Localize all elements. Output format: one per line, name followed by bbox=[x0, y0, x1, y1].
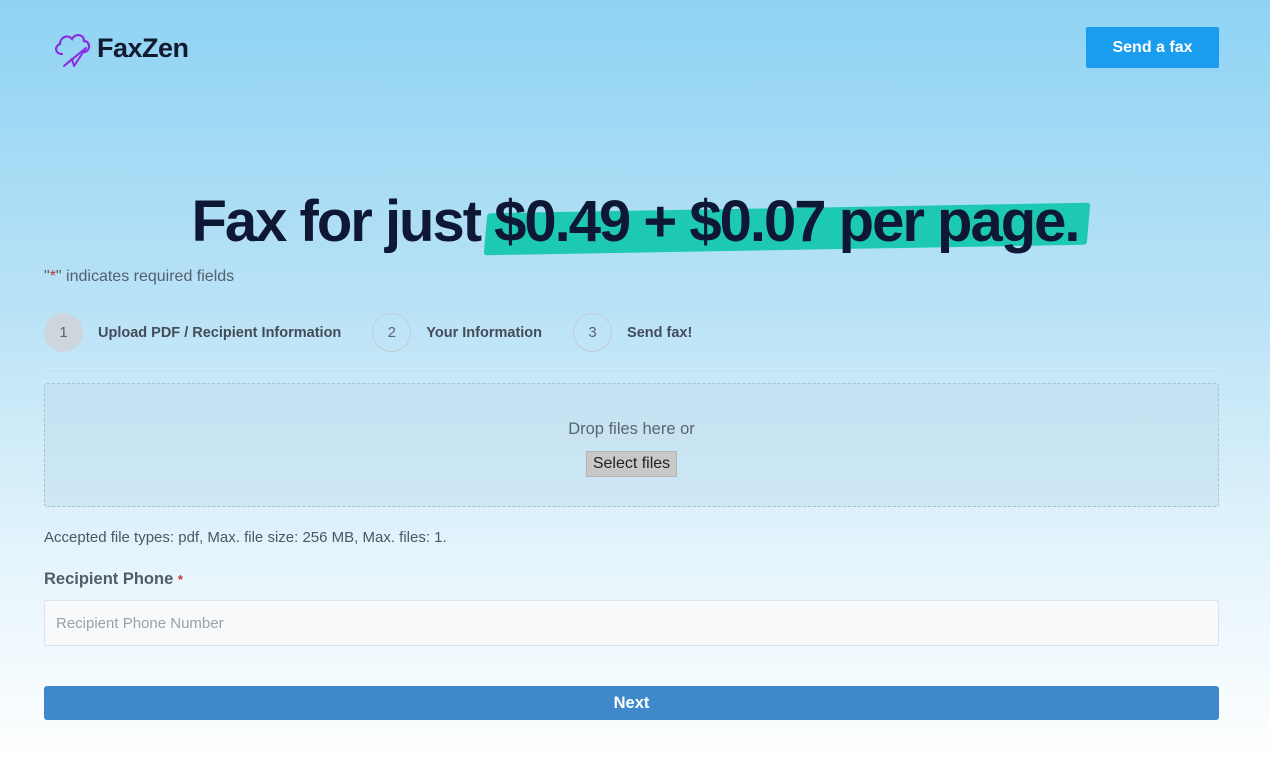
required-star: * bbox=[177, 572, 183, 587]
progress-steps: 1 Upload PDF / Recipient Information 2 Y… bbox=[44, 313, 1219, 369]
hero-prefix: Fax for just bbox=[191, 189, 495, 254]
next-button[interactable]: Next bbox=[44, 686, 1219, 720]
step-1: 1 Upload PDF / Recipient Information bbox=[44, 313, 341, 352]
select-files-button[interactable]: Select files bbox=[585, 451, 678, 477]
file-dropzone[interactable]: Drop files here or Select files bbox=[44, 383, 1219, 507]
recipient-phone-label: Recipient Phone * bbox=[44, 570, 183, 589]
site-header: FaxZen Send a fax bbox=[0, 0, 1270, 100]
accepted-file-types: Accepted file types: pdf, Max. file size… bbox=[44, 529, 447, 546]
step-number: 1 bbox=[44, 313, 83, 352]
required-fields-note: "*" indicates required fields bbox=[44, 268, 234, 286]
step-3: 3 Send fax! bbox=[573, 313, 692, 352]
logo-text: FaxZen bbox=[97, 32, 189, 63]
step-label: Send fax! bbox=[627, 324, 693, 341]
step-number: 2 bbox=[372, 313, 412, 352]
step-label: Upload PDF / Recipient Information bbox=[98, 324, 342, 341]
recipient-phone-label-text: Recipient Phone bbox=[44, 570, 174, 588]
hero-heading: Fax for just $0.49 + $0.07 per page. bbox=[0, 186, 1270, 258]
step-number: 3 bbox=[573, 313, 613, 352]
cloud-paper-plane-icon bbox=[55, 34, 91, 67]
recipient-phone-input[interactable] bbox=[44, 600, 1219, 646]
required-note-text: " indicates required fields bbox=[55, 268, 235, 285]
logo[interactable]: FaxZen bbox=[50, 26, 189, 70]
step-2: 2 Your Information bbox=[372, 313, 542, 352]
step-label: Your Information bbox=[426, 324, 543, 341]
dropzone-text: Drop files here or bbox=[568, 420, 695, 438]
hero-price-highlight: $0.49 + $0.07 per page. bbox=[494, 186, 1080, 258]
send-fax-button[interactable]: Send a fax bbox=[1086, 27, 1219, 68]
